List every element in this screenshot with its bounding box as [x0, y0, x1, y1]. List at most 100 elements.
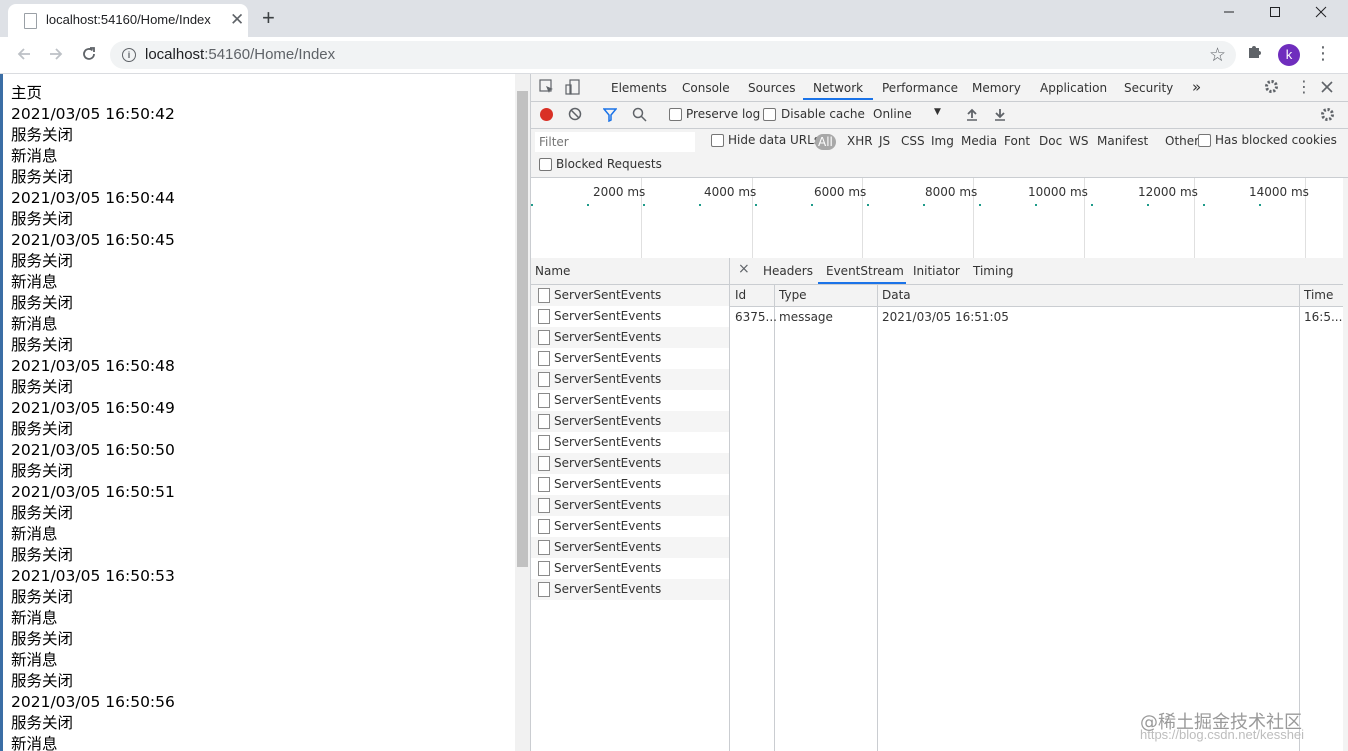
tab-headers[interactable]: Headers [763, 264, 813, 278]
data-header[interactable]: Data [882, 288, 911, 302]
close-detail-icon[interactable]: × [738, 261, 750, 277]
blocked-requests-checkbox[interactable] [539, 158, 552, 171]
tab-sources[interactable]: Sources [748, 81, 795, 95]
type-filter-media[interactable]: Media [961, 134, 997, 148]
network-overview-timeline[interactable]: 2000 ms 4000 ms 6000 ms 8000 ms 10000 ms 1200… [531, 178, 1343, 259]
event-id-cell[interactable]: 6375... [735, 310, 777, 324]
request-row[interactable]: ServerSentEvents [531, 516, 729, 537]
message-line: 服务关闭 [11, 588, 74, 606]
id-header[interactable]: Id [735, 288, 746, 302]
inspect-element-icon[interactable] [539, 79, 555, 99]
type-filter-css[interactable]: CSS [901, 134, 925, 148]
request-row[interactable]: ServerSentEvents [531, 327, 729, 348]
filter-icon[interactable] [602, 108, 618, 125]
type-filter-js[interactable]: JS [879, 134, 890, 148]
maximize-button[interactable] [1252, 0, 1298, 30]
profile-avatar[interactable]: k [1278, 44, 1300, 66]
tab-console[interactable]: Console [682, 81, 730, 95]
type-filter-font[interactable]: Font [1004, 134, 1030, 148]
message-line: 2021/03/05 16:50:56 [11, 693, 175, 711]
type-filter-doc[interactable]: Doc [1039, 134, 1062, 148]
has-blocked-cookies-checkbox[interactable] [1198, 134, 1211, 147]
request-row[interactable]: ServerSentEvents [531, 432, 729, 453]
tab-application[interactable]: Application [1040, 81, 1107, 95]
message-line: 2021/03/05 16:50:45 [11, 231, 175, 249]
request-row[interactable]: ServerSentEvents [531, 306, 729, 327]
type-filter-other[interactable]: Other [1165, 134, 1199, 148]
tab-close-icon[interactable]: ✕ [230, 10, 244, 30]
export-har-icon[interactable] [993, 107, 1007, 124]
request-list: ServerSentEvents ServerSentEvents ServerSe… [531, 285, 730, 751]
time-header[interactable]: Time [1304, 288, 1333, 302]
tab-eventstream[interactable]: EventStream [826, 264, 904, 278]
type-filter-img[interactable]: Img [931, 134, 954, 148]
tab-security[interactable]: Security [1124, 81, 1173, 95]
event-type-cell[interactable]: message [779, 310, 833, 324]
request-row[interactable]: ServerSentEvents [531, 285, 729, 306]
reload-button[interactable] [75, 40, 103, 68]
timeline-event-mark [531, 204, 533, 206]
event-time-cell[interactable]: 16:5... [1304, 310, 1342, 324]
clear-icon[interactable] [568, 107, 582, 124]
request-row[interactable]: ServerSentEvents [531, 537, 729, 558]
window-close-button[interactable] [1298, 0, 1344, 30]
preserve-log-checkbox[interactable] [669, 108, 682, 121]
message-line: 服务关闭 [11, 504, 74, 522]
chevron-down-icon[interactable]: ▼ [934, 107, 941, 117]
extensions-icon[interactable] [1246, 44, 1262, 65]
request-row[interactable]: ServerSentEvents [531, 369, 729, 390]
throttle-select[interactable]: Online [873, 107, 912, 121]
event-data-cell[interactable]: 2021/03/05 16:51:05 [882, 310, 1009, 324]
type-filter-xhr[interactable]: XHR [847, 134, 873, 148]
request-row[interactable]: ServerSentEvents [531, 348, 729, 369]
record-icon[interactable] [540, 108, 553, 121]
address-bar[interactable]: i localhost:54160/Home/Index ☆ [110, 41, 1236, 69]
search-icon[interactable] [632, 107, 647, 125]
page-scrollbar-thumb[interactable] [517, 91, 528, 567]
message-line: 2021/03/05 16:50:51 [11, 483, 175, 501]
back-button[interactable] [10, 40, 38, 68]
more-tabs-icon[interactable]: » [1192, 78, 1201, 96]
tab-network[interactable]: Network [813, 81, 863, 95]
request-row[interactable]: ServerSentEvents [531, 495, 729, 516]
device-toolbar-icon[interactable] [565, 79, 581, 99]
import-har-icon[interactable] [965, 107, 979, 124]
type-filter-manifest[interactable]: Manifest [1097, 134, 1148, 148]
timeline-event-mark [1147, 204, 1149, 206]
type-filter-ws[interactable]: WS [1069, 134, 1088, 148]
disable-cache-checkbox[interactable] [763, 108, 776, 121]
detail-scrollbar[interactable] [1343, 258, 1348, 751]
devtools-menu-icon[interactable]: ⋮ [1296, 77, 1312, 96]
settings-gear-icon[interactable] [1264, 79, 1279, 98]
tab-performance[interactable]: Performance [882, 81, 958, 95]
blocked-requests-label: Blocked Requests [556, 157, 662, 171]
message-line: 服务关闭 [11, 336, 74, 354]
name-column-header[interactable]: Name [531, 258, 730, 285]
forward-button[interactable] [42, 40, 70, 68]
request-row[interactable]: ServerSentEvents [531, 390, 729, 411]
timeline-scrollbar[interactable] [1343, 178, 1348, 258]
request-row[interactable]: ServerSentEvents [531, 474, 729, 495]
request-row[interactable]: ServerSentEvents [531, 453, 729, 474]
network-settings-icon[interactable] [1320, 107, 1335, 125]
tab-timing[interactable]: Timing [973, 264, 1014, 278]
request-row[interactable]: ServerSentEvents [531, 411, 729, 432]
new-tab-button[interactable]: + [262, 7, 275, 29]
tab-memory[interactable]: Memory [972, 81, 1021, 95]
bookmark-star-icon[interactable]: ☆ [1209, 44, 1226, 67]
site-info-icon[interactable]: i [122, 48, 136, 62]
type-header[interactable]: Type [779, 288, 807, 302]
type-filter-all[interactable]: All [815, 134, 836, 150]
gear-icon [1265, 80, 1278, 93]
kebab-menu-icon[interactable]: ⋮ [1314, 43, 1332, 64]
request-row[interactable]: ServerSentEvents [531, 558, 729, 579]
minimize-button[interactable] [1206, 0, 1252, 30]
tab-initiator[interactable]: Initiator [913, 264, 960, 278]
devtools-close-icon[interactable] [1321, 78, 1333, 97]
request-row[interactable]: ServerSentEvents [531, 579, 729, 600]
data-column [877, 285, 1300, 751]
tab-elements[interactable]: Elements [611, 81, 667, 95]
page-scrollbar[interactable] [515, 74, 530, 751]
message-line: 服务关闭 [11, 462, 74, 480]
browser-tab[interactable]: localhost:54160/Home/Index ✕ [8, 4, 248, 37]
